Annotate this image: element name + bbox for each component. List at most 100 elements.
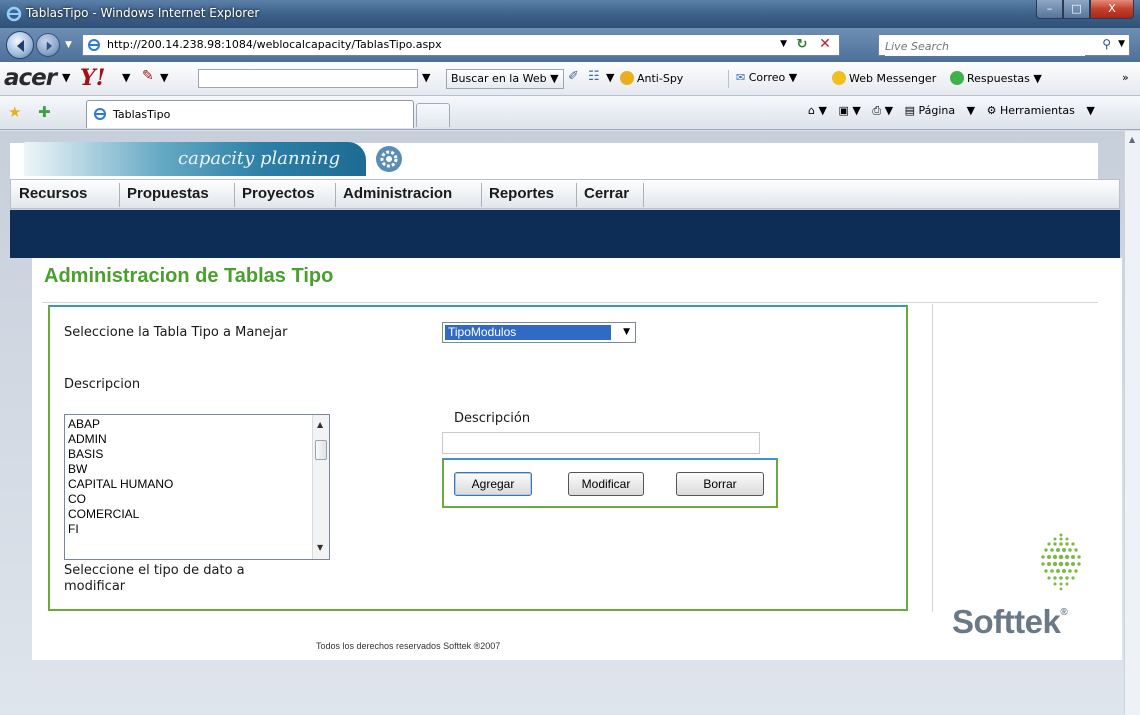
list-item[interactable]: CAPITAL HUMANO — [68, 477, 173, 492]
command-bar: ⌂ ▼ ▣ ▼ ⎙ ▼ ▤ Página ▼ ⚙ Herramientas ▼ — [808, 104, 1103, 118]
scroll-down-icon[interactable]: ▼ — [317, 543, 323, 552]
live-search-box[interactable]: ⚲ ▼ — [878, 34, 1130, 56]
back-arrow-icon — [17, 40, 24, 52]
messenger-label: Web Messenger — [849, 72, 937, 85]
yahoo-dropdown-icon[interactable]: ▼ — [122, 71, 130, 84]
menu-proyectos[interactable]: Proyectos — [242, 185, 315, 202]
title-divider — [42, 302, 1098, 303]
list-item[interactable]: FI — [68, 522, 79, 537]
tab-label: TablasTipo — [113, 108, 171, 121]
main-menu: Recursos Propuestas Proyectos Administra… — [10, 179, 1120, 209]
brand-registered: ® — [1060, 607, 1068, 618]
borrar-button[interactable]: Borrar — [676, 472, 764, 496]
address-row: ▼ http://200.14.238.98:1084/weblocalcapa… — [0, 28, 1140, 62]
respuestas-icon — [950, 71, 964, 85]
yahoo-search-input[interactable] — [198, 69, 418, 88]
feeds-icon[interactable]: ▣ ▼ — [838, 104, 860, 117]
chevron-more-icon[interactable]: » — [1122, 71, 1129, 84]
address-bar[interactable]: http://200.14.238.98:1084/weblocalcapaci… — [82, 34, 840, 56]
menu-reportes[interactable]: Reportes — [489, 185, 554, 202]
modificar-button[interactable]: Modificar — [568, 472, 644, 496]
search-input[interactable] — [885, 37, 1085, 56]
page-viewport: capacity planning Recursos Propuestas Pr… — [0, 131, 1124, 715]
buscar-button[interactable]: Buscar en la Web ▼ — [446, 69, 564, 89]
gear-icon — [376, 146, 402, 172]
maximize-button[interactable]: □ — [1063, 0, 1090, 19]
tab-tablastipo[interactable]: TablasTipo — [86, 100, 414, 128]
favorites-star-icon[interactable]: ★ — [8, 103, 21, 121]
page-icon — [88, 39, 100, 51]
brand-name: Softtek — [952, 603, 1061, 640]
messenger-button[interactable]: Web Messenger — [832, 71, 936, 85]
button-group: Agregar Modificar Borrar — [442, 458, 778, 508]
tools-menu[interactable]: ⚙ Herramientas ▼ — [987, 104, 1095, 117]
listbox-scrollbar[interactable]: ▲ ▼ — [312, 415, 329, 559]
nav-band — [10, 210, 1120, 258]
window-title: TablasTipo - Windows Internet Explorer — [26, 6, 260, 20]
stop-icon[interactable]: ✕ — [816, 36, 834, 54]
list-item[interactable]: BASIS — [68, 447, 103, 462]
close-button[interactable]: X — [1090, 0, 1134, 19]
history-dropdown-icon[interactable]: ▼ — [65, 40, 72, 50]
search-icon[interactable]: ⚲ — [1102, 37, 1111, 51]
correo-label: Correo — [748, 71, 786, 84]
menu-separator — [643, 183, 644, 207]
page-menu[interactable]: ▤ Página ▼ — [905, 104, 976, 117]
layout-dropdown-icon[interactable]: ▼ — [606, 71, 614, 84]
menu-separator — [335, 183, 336, 207]
page-scrollbar[interactable]: ▲ — [1124, 131, 1140, 715]
scroll-thumb[interactable] — [315, 440, 327, 460]
antispy-button[interactable]: Anti-Spy — [620, 71, 683, 85]
url-text[interactable]: http://200.14.238.98:1084/weblocalcapaci… — [107, 38, 442, 51]
print-icon[interactable]: ⎙ ▼ — [872, 104, 893, 117]
list-item[interactable]: BW — [68, 462, 87, 477]
messenger-icon — [832, 71, 846, 85]
respuestas-button[interactable]: Respuestas ▼ — [950, 71, 1042, 85]
layout-icon[interactable]: ☷ — [588, 69, 600, 84]
yahoo-logo[interactable]: Y! — [80, 65, 105, 91]
title-bar: TablasTipo - Windows Internet Explorer –… — [0, 0, 1140, 28]
list-item[interactable]: ABAP — [68, 417, 100, 432]
agregar-button[interactable]: Agregar — [454, 472, 532, 496]
descripcion-label: Descripcion — [64, 377, 141, 392]
scroll-up-icon[interactable]: ▲ — [1129, 135, 1135, 144]
new-tab-button[interactable] — [416, 103, 450, 127]
list-hint-line2: modificar — [64, 579, 126, 594]
tipo-listbox[interactable]: ABAP ADMIN BASIS BW CAPITAL HUMANO CO CO… — [64, 414, 330, 560]
window-controls: – □ X — [1036, 0, 1134, 20]
list-item[interactable]: ADMIN — [68, 432, 107, 447]
acer-logo[interactable]: acer — [4, 65, 57, 91]
yahoo-search-dropdown-icon[interactable]: ▼ — [422, 71, 430, 84]
form-container: Seleccione la Tabla Tipo a Manejar TipoM… — [48, 305, 908, 611]
list-item[interactable]: CO — [68, 492, 86, 507]
url-dropdown-icon[interactable]: ▼ — [780, 39, 787, 49]
pencil-dropdown-icon[interactable]: ▼ — [160, 71, 168, 84]
toolbar-separator — [728, 70, 729, 88]
menu-propuestas[interactable]: Propuestas — [127, 185, 209, 202]
page-title: Administracion de Tablas Tipo — [44, 265, 334, 287]
yahoo-toolbar: acer ▼ Y! ▼ ✎ ▼ ▼ Buscar en la Web ▼ ✐ ☷… — [0, 62, 1140, 96]
forward-button[interactable] — [36, 33, 60, 57]
antispy-icon — [620, 71, 634, 85]
minimize-button[interactable]: – — [1036, 0, 1063, 19]
browser-window: TablasTipo - Windows Internet Explorer –… — [0, 0, 1140, 715]
back-button[interactable] — [6, 31, 34, 59]
descripcion-input[interactable] — [442, 432, 760, 454]
menu-cerrar[interactable]: Cerrar — [584, 185, 629, 202]
search-dropdown-icon[interactable]: ▼ — [1118, 39, 1125, 49]
add-favorite-icon[interactable]: ✚ — [38, 103, 51, 121]
menu-separator — [234, 183, 235, 207]
tabla-tipo-select[interactable]: TipoModulos ▼ — [442, 322, 636, 343]
highlight-icon[interactable]: ✐ — [568, 69, 579, 84]
menu-administracion[interactable]: Administracion — [343, 185, 452, 202]
chevron-down-icon[interactable]: ▼ — [623, 327, 630, 337]
acer-dropdown-icon[interactable]: ▼ — [62, 71, 70, 84]
list-item[interactable]: COMERCIAL — [68, 507, 139, 522]
refresh-icon[interactable]: ↻ — [793, 37, 811, 53]
home-icon[interactable]: ⌂ ▼ — [808, 104, 827, 117]
scroll-up-icon[interactable]: ▲ — [317, 420, 323, 429]
menu-recursos[interactable]: Recursos — [19, 185, 87, 202]
correo-button[interactable]: ✉ Correo ▼ — [736, 71, 797, 84]
pencil-icon[interactable]: ✎ — [142, 68, 154, 84]
page-icon — [94, 108, 106, 120]
